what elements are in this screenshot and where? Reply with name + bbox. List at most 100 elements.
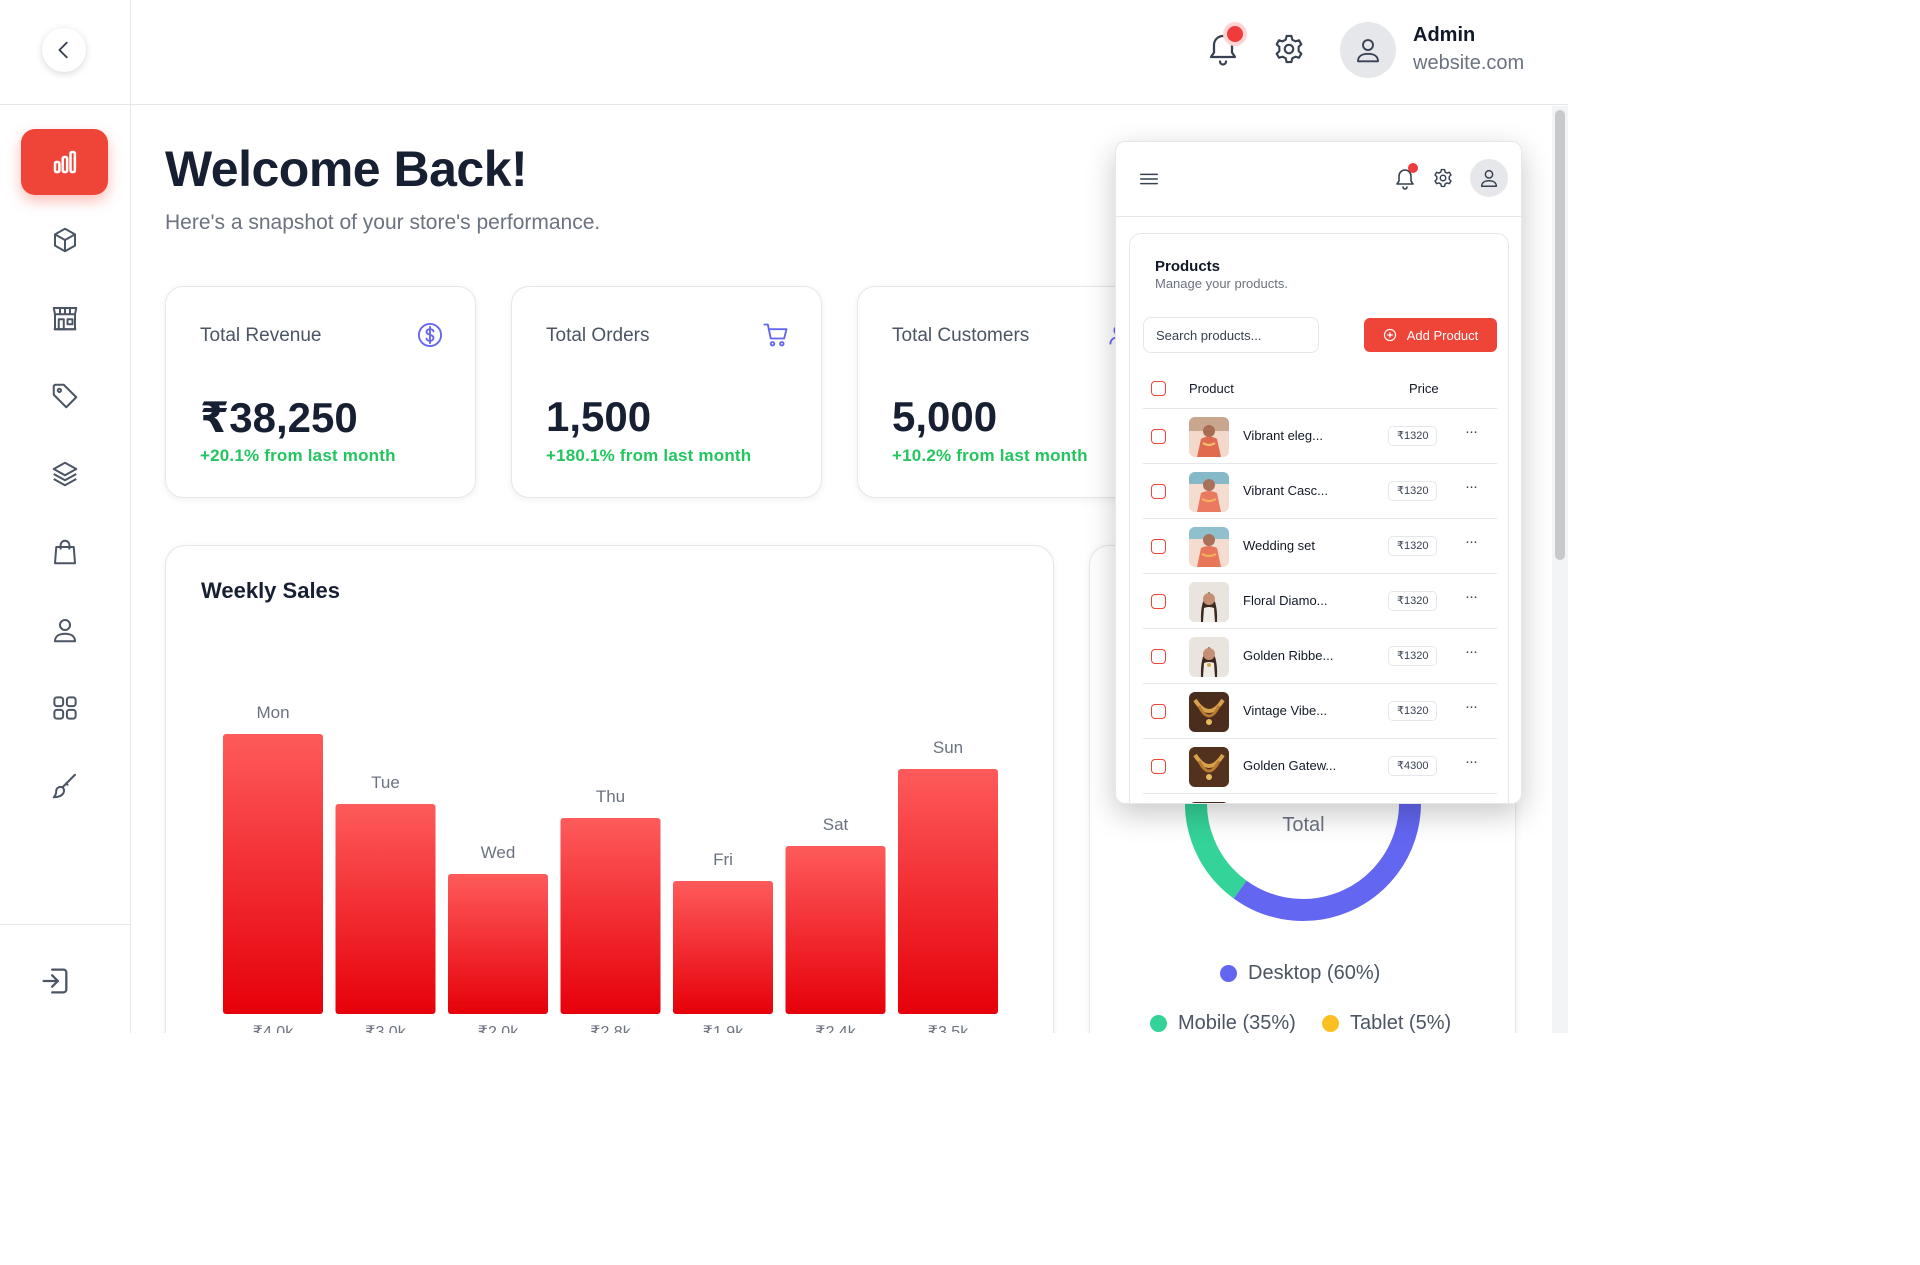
sidebar-item-orders[interactable] <box>21 519 108 585</box>
bar-value-thu: ₹2.8k <box>590 1024 631 1033</box>
divider <box>0 104 131 105</box>
search-input[interactable] <box>1143 317 1319 353</box>
sidebar-item-store[interactable] <box>21 285 108 351</box>
row-checkbox[interactable] <box>1151 429 1166 444</box>
bar-fri <box>673 881 773 1014</box>
menu-icon[interactable] <box>1138 168 1160 190</box>
legend-label: Mobile (35%) <box>1178 1012 1296 1033</box>
row-checkbox[interactable] <box>1151 539 1166 554</box>
products-description: Manage your products. <box>1155 276 1288 291</box>
page-scrollbar[interactable] <box>1552 106 1568 1033</box>
bar-chart-icon <box>53 150 76 174</box>
bar-value-mon: ₹4.0k <box>253 1024 294 1033</box>
row-checkbox[interactable] <box>1151 759 1166 774</box>
page-subtitle: Here's a snapshot of your store's perfor… <box>165 211 601 234</box>
price-badge: ₹1320 <box>1388 536 1438 556</box>
cart-icon <box>763 323 788 347</box>
price-badge: ₹1320 <box>1388 701 1438 721</box>
row-actions-button[interactable]: ··· <box>1465 753 1478 770</box>
sidebar-item-tags[interactable] <box>21 363 108 429</box>
bar-label-mon: Mon <box>256 703 289 722</box>
avatar[interactable] <box>1470 159 1508 197</box>
popup-header <box>1116 142 1521 217</box>
bar-value-sun: ₹3.5k <box>928 1024 969 1033</box>
product-thumbnail <box>1189 582 1229 622</box>
store-icon <box>52 307 77 331</box>
box-icon <box>53 227 76 253</box>
stat-card-orders: Total Orders 1,500 +180.1% from last mon… <box>511 286 822 498</box>
table-row[interactable]: Golden Gatew... ₹4300 ··· <box>1143 739 1497 794</box>
table-row[interactable] <box>1143 794 1497 803</box>
bar-value-sat: ₹2.4k <box>815 1024 856 1033</box>
bar-label-thu: Thu <box>596 787 625 806</box>
sidebar-item-categories[interactable] <box>21 441 108 507</box>
bar-value-fri: ₹1.9k <box>703 1024 744 1033</box>
gear-icon[interactable] <box>1432 167 1454 189</box>
row-actions-button[interactable]: ··· <box>1465 423 1478 440</box>
bar-value-wed: ₹2.0k <box>478 1024 519 1033</box>
row-checkbox[interactable] <box>1151 594 1166 609</box>
table-row[interactable]: Floral Diamo... ₹1320 ··· <box>1143 574 1497 629</box>
product-thumbnail <box>1189 802 1229 803</box>
sidebar-item-customize[interactable] <box>21 753 108 819</box>
row-actions-button[interactable]: ··· <box>1465 643 1478 660</box>
row-actions-button[interactable]: ··· <box>1465 533 1478 550</box>
stat-change: +180.1% from last month <box>546 446 752 465</box>
table-row[interactable]: Golden Ribbe... ₹1320 ··· <box>1143 629 1497 684</box>
user-site: website.com <box>1413 52 1525 74</box>
row-actions-button[interactable]: ··· <box>1465 588 1478 605</box>
bar-label-wed: Wed <box>481 843 516 862</box>
product-thumbnail <box>1189 692 1229 732</box>
row-checkbox[interactable] <box>1151 484 1166 499</box>
product-thumbnail <box>1189 747 1229 787</box>
table-row[interactable]: Vibrant eleg... ₹1320 ··· <box>1143 409 1497 464</box>
table-row[interactable]: Vibrant Casc... ₹1320 ··· <box>1143 464 1497 519</box>
legend-label: Tablet (5%) <box>1350 1012 1452 1033</box>
table-row[interactable]: Vintage Vibe... ₹1320 ··· <box>1143 684 1497 739</box>
divider <box>0 924 131 925</box>
add-product-button[interactable]: Add Product <box>1364 318 1497 352</box>
product-name: Golden Ribbe... <box>1243 648 1334 663</box>
product-name: Vintage Vibe... <box>1243 703 1328 718</box>
bar-label-sat: Sat <box>823 815 849 834</box>
table-row[interactable]: Wedding set ₹1320 ··· <box>1143 519 1497 574</box>
product-name: Vibrant eleg... <box>1243 428 1323 443</box>
donut-center-label: Total <box>1282 814 1325 836</box>
settings-button[interactable] <box>1272 32 1306 66</box>
layers-icon <box>52 461 77 487</box>
bar-sun <box>898 769 998 1014</box>
bar-label-fri: Fri <box>713 850 733 869</box>
sidebar-item-customers[interactable] <box>21 597 108 663</box>
products-popup: Products Manage your products. Add Produ… <box>1115 141 1522 804</box>
stat-value: 1,500 <box>546 393 652 440</box>
bar-wed <box>448 874 548 1014</box>
product-thumbnail <box>1189 637 1229 677</box>
avatar[interactable] <box>1340 22 1396 78</box>
bar-label-sun: Sun <box>933 738 963 757</box>
sidebar-item-analytics[interactable] <box>21 129 108 195</box>
sidebar-item-apps[interactable] <box>21 675 108 741</box>
bar-tue <box>335 804 436 1014</box>
collapse-sidebar-button[interactable] <box>42 28 86 72</box>
grid-icon <box>52 696 77 720</box>
legend-dot <box>1322 1015 1339 1032</box>
row-checkbox[interactable] <box>1151 704 1166 719</box>
legend-label: Desktop (60%) <box>1248 962 1381 984</box>
row-checkbox[interactable] <box>1151 649 1166 664</box>
bar-mon <box>223 734 323 1014</box>
product-name: Floral Diamo... <box>1243 593 1328 608</box>
add-product-label: Add Product <box>1406 327 1479 343</box>
table-header: Product Price <box>1143 371 1497 409</box>
scrollbar-thumb[interactable] <box>1555 110 1565 560</box>
products-card: Products Manage your products. Add Produ… <box>1129 233 1509 803</box>
logout-button[interactable] <box>38 964 72 998</box>
row-actions-button[interactable]: ··· <box>1465 478 1478 495</box>
select-all-checkbox[interactable] <box>1151 381 1166 396</box>
user-icon <box>1480 169 1498 187</box>
bar-thu <box>560 818 661 1014</box>
sidebar-item-products[interactable] <box>21 207 108 273</box>
price-badge: ₹1320 <box>1388 426 1438 446</box>
price-badge: ₹1320 <box>1388 646 1438 666</box>
row-actions-button[interactable]: ··· <box>1465 698 1478 715</box>
price-badge: ₹4300 <box>1388 756 1438 776</box>
